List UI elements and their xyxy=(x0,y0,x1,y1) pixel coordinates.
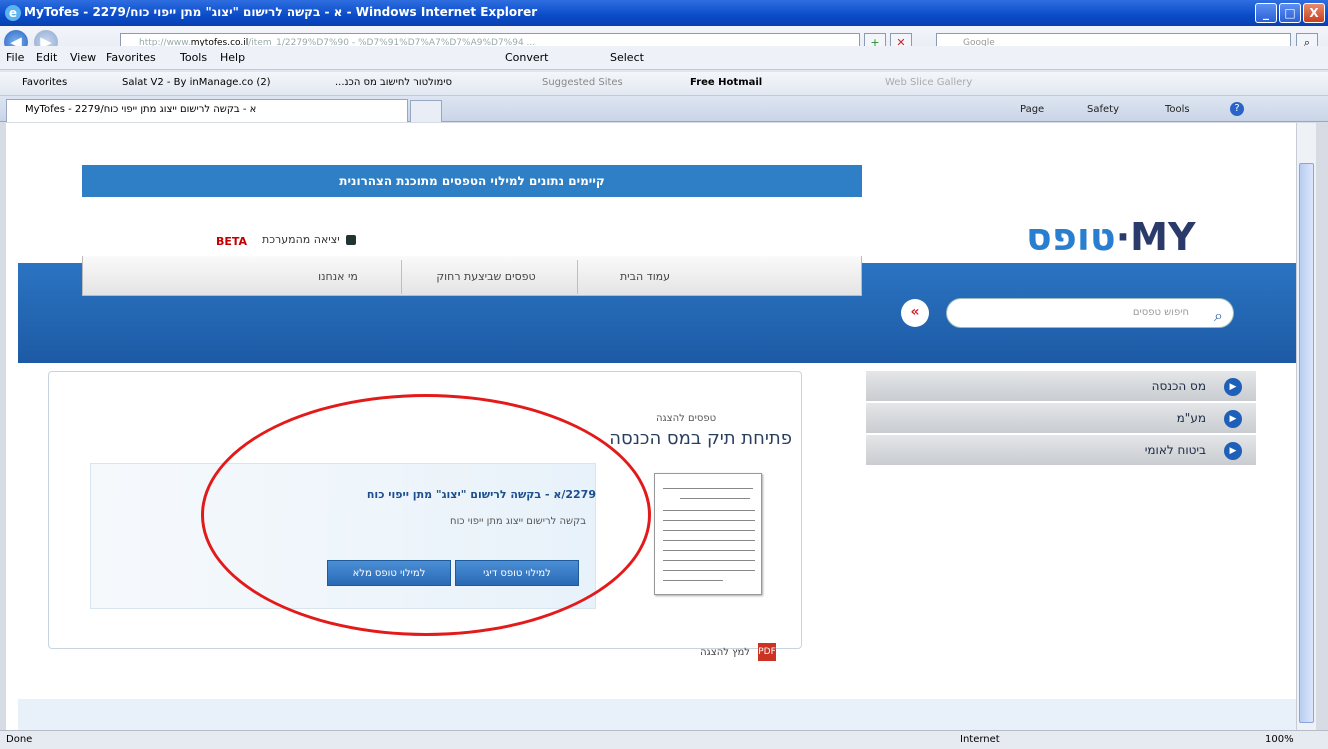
fav-link-salat[interactable]: Salat V2 - By inManage.co (2) xyxy=(122,77,271,88)
menu-view[interactable]: View xyxy=(70,51,96,64)
search-icon: ⌕ xyxy=(1214,306,1223,325)
zone-indicator: Internet xyxy=(960,734,1000,745)
beta-badge: BETA xyxy=(216,235,248,248)
form-panel xyxy=(90,463,596,609)
fav-link-simulator[interactable]: ...סימולטור לחישוב מס הכנ xyxy=(335,77,452,88)
side-menu-label: מע"מ xyxy=(1176,411,1206,425)
side-menu-vat[interactable]: ▶ מע"מ xyxy=(866,403,1256,434)
scroll-thumb[interactable] xyxy=(1299,163,1314,723)
tab-label: MyTofes - 2279/א - בקשה לרישום ייצוג מתן… xyxy=(25,104,257,115)
pdf-icon: PDF xyxy=(758,643,776,661)
favorites-bar: Favorites Salat V2 - By inManage.co (2) … xyxy=(0,72,1328,96)
page-viewport: קיימים נתונים למילוי הטפסים מתוכנת הצהרו… xyxy=(6,123,1296,730)
site-logo[interactable]: טופס·MY xyxy=(1026,215,1261,265)
select-button[interactable]: Select xyxy=(610,51,644,64)
new-tab-button[interactable] xyxy=(410,100,442,122)
search-placeholder: חיפוש טפסים xyxy=(1132,307,1189,318)
fill-full-button[interactable]: למילוי טופס מלא xyxy=(327,560,451,586)
browser-tab[interactable]: MyTofes - 2279/א - בקשה לרישום ייצוג מתן… xyxy=(6,99,408,122)
fav-link-suggested[interactable]: Suggested Sites xyxy=(542,77,623,88)
nav-separator xyxy=(577,260,578,294)
fav-link-webslice[interactable]: Web Slice Gallery xyxy=(885,77,972,88)
cmd-safety[interactable]: Safety xyxy=(1087,104,1119,115)
menu-bar: File Edit View Favorites Tools Help Conv… xyxy=(0,46,1328,70)
lock-icon xyxy=(345,235,356,245)
footer-strip xyxy=(18,699,1296,730)
form-description: בקשה לרישום ייצוג מתן ייפוי כוח xyxy=(450,516,586,527)
menu-favorites[interactable]: Favorites xyxy=(106,51,156,64)
nav-tab-forms[interactable]: טפסים שביצעת רחוק xyxy=(401,270,571,283)
nav-separator xyxy=(401,260,402,294)
logo-text-my: MY xyxy=(1130,215,1196,259)
maximize-button[interactable]: □ xyxy=(1279,3,1301,23)
zoom-level[interactable]: 100% xyxy=(1265,734,1294,745)
menu-tools[interactable]: Tools xyxy=(180,51,207,64)
menu-help[interactable]: Help xyxy=(220,51,245,64)
status-bar: Done Internet 100% xyxy=(0,730,1328,749)
vertical-scrollbar[interactable] xyxy=(1296,123,1316,730)
nav-tab-home[interactable]: עמוד הבית xyxy=(595,270,695,283)
info-banner: קיימים נתונים למילוי הטפסים מתוכנת הצהרו… xyxy=(82,165,862,197)
play-icon: ▶ xyxy=(1224,410,1242,428)
menu-edit[interactable]: Edit xyxy=(36,51,57,64)
fill-quick-button[interactable]: למילוי טופס דיגי xyxy=(455,560,579,586)
logout-link[interactable]: יציאה מהמערכת xyxy=(262,233,356,246)
pdf-link[interactable]: PDF למץ להצגה xyxy=(626,643,776,661)
form-thumbnail[interactable] xyxy=(654,473,762,595)
ie-icon: e xyxy=(5,5,21,21)
help-icon[interactable]: ? xyxy=(1230,102,1244,116)
side-menu-label: ביטוח לאומי xyxy=(1144,443,1206,457)
logo-text-hebrew: טופס xyxy=(1026,215,1116,259)
side-menu-social-security[interactable]: ▶ ביטוח לאומי xyxy=(866,435,1256,466)
menu-file[interactable]: File xyxy=(6,51,24,64)
nav-tab-about[interactable]: מי אנחנו xyxy=(283,270,393,283)
site-nav: עמוד הבית טפסים שביצעת רחוק מי אנחנו xyxy=(82,256,862,296)
side-menu-label: מס הכנסה xyxy=(1151,379,1206,393)
side-menu-income-tax[interactable]: ▶ מס הכנסה xyxy=(866,371,1256,402)
form-title-link[interactable]: 2279/א - בקשה לרישום "יצוג" מתן ייפוי כו… xyxy=(256,488,596,501)
play-icon: ▶ xyxy=(1224,378,1242,396)
fav-link-hotmail[interactable]: Free Hotmail xyxy=(690,77,762,88)
cmd-page[interactable]: Page xyxy=(1020,104,1044,115)
window-titlebar: e MyTofes - 2279/א - בקשה לרישום "יצוג" … xyxy=(0,0,1328,26)
site-search-input[interactable]: ⌕ חיפוש טפסים xyxy=(946,298,1234,328)
favorites-button[interactable]: Favorites xyxy=(22,77,67,88)
side-menu: ▶ מס הכנסה ▶ מע"מ ▶ ביטוח לאומי xyxy=(866,371,1256,466)
tab-bar: MyTofes - 2279/א - בקשה לרישום ייצוג מתן… xyxy=(0,96,1328,122)
page-title: פתיחת תיק במס הכנסה xyxy=(609,428,792,449)
window-title: MyTofes - 2279/א - בקשה לרישום "יצוג" מת… xyxy=(24,5,538,19)
close-window-button[interactable]: X xyxy=(1303,3,1325,23)
pdf-label: למץ להצגה xyxy=(700,647,750,658)
minimize-button[interactable]: _ xyxy=(1255,3,1277,23)
cmd-tools[interactable]: Tools xyxy=(1165,104,1190,115)
breadcrumb: טפסים להצגה xyxy=(656,413,717,424)
convert-button[interactable]: Convert xyxy=(505,51,549,64)
logout-label: יציאה מהמערכת xyxy=(262,233,340,246)
play-icon: ▶ xyxy=(1224,442,1242,460)
status-text: Done xyxy=(6,734,33,745)
collapse-button[interactable]: « xyxy=(901,299,929,327)
